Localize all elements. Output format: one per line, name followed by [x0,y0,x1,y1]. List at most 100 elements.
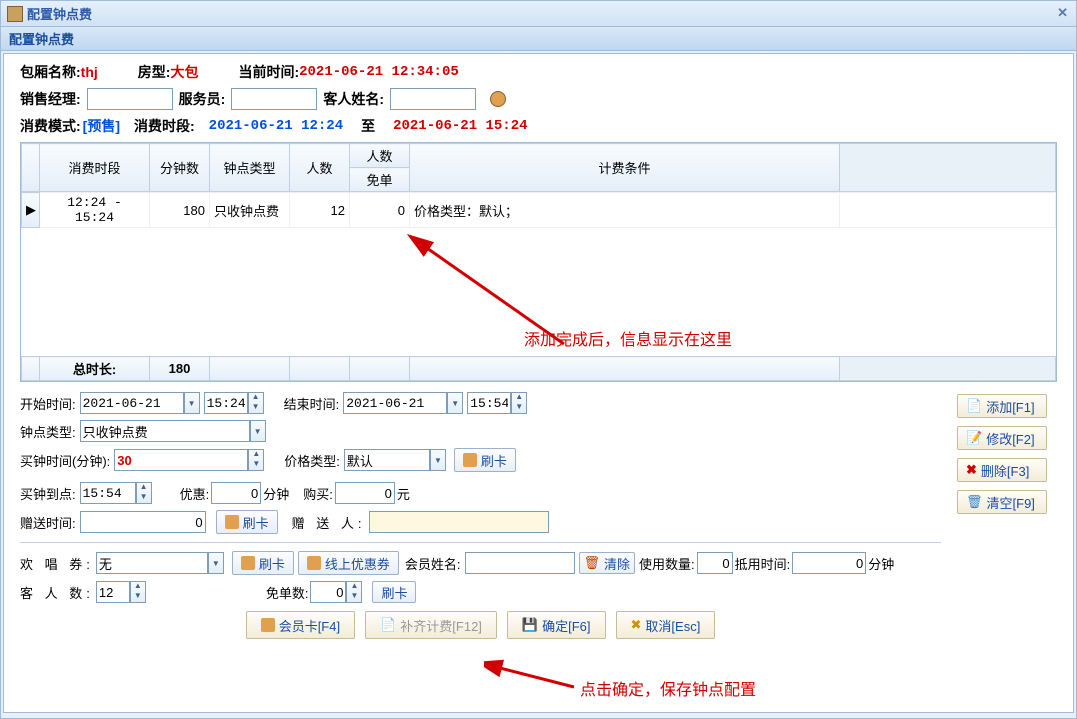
trash-icon: 🗑 [584,555,601,571]
swipe-card-button-4[interactable]: 刷卡 [372,581,416,603]
cell-cond: 价格类型：默认； [410,193,840,228]
price-type-label: 价格类型: [284,451,340,470]
spinner-icon[interactable]: ▲▼ [248,392,264,414]
free-count-input[interactable] [310,581,346,603]
th-pcount[interactable]: 人数 [290,144,350,192]
fill-fee-button[interactable]: 📄补齐计费[F12] [365,611,497,639]
spinner-icon[interactable]: ▲▼ [511,392,527,414]
offset-time-input[interactable] [792,552,866,574]
edit-icon: 📝 [966,430,982,446]
current-time-value: 2021-06-21 12:34:05 [299,64,459,80]
swipe-card-button-2[interactable]: 刷卡 [216,510,278,534]
person-icon[interactable] [490,91,506,107]
ok-button[interactable]: 💾确定[F6] [507,611,606,639]
room-type-value: 大包 [170,62,198,82]
start-date-input[interactable] [80,392,184,414]
guest-count-label: 客 人 数: [20,583,94,602]
spinner-icon[interactable]: ▲▼ [136,482,152,504]
link-icon [307,556,321,570]
start-time-label: 开始时间: [20,394,76,413]
spinner-icon[interactable]: ▲▼ [130,581,146,603]
end-time-input[interactable] [467,392,511,414]
edit-button[interactable]: 📝修改[F2] [957,426,1047,450]
th-time[interactable]: 消费时段 [40,144,150,192]
sales-mgr-input[interactable] [87,88,173,110]
swipe-card-button[interactable]: 刷卡 [454,448,516,472]
close-icon[interactable]: ✕ [1057,5,1068,21]
end-date-input[interactable] [343,392,447,414]
cancel-button[interactable]: ✖取消[Esc] [616,611,716,639]
delete-button[interactable]: ✖删除[F3] [957,458,1047,482]
clear-all-button[interactable]: 🗑清空[F9] [957,490,1047,514]
start-time-input[interactable] [204,392,248,414]
mode-value: [预售] [83,116,120,136]
amount-unit: 元 [397,484,410,503]
offset-unit: 分钟 [868,554,894,573]
gift-input[interactable] [80,511,206,533]
row-marker: ▶ [22,193,40,228]
cell-minutes: 180 [150,193,210,228]
sales-mgr-label: 销售经理: [20,89,81,109]
use-count-label: 使用数量: [639,554,695,573]
annotation-arrow-2 [484,659,584,699]
dropdown-icon[interactable]: ▼ [430,449,446,471]
mode-label: 消费模式: [20,116,81,136]
th-pstack[interactable]: 人数 [350,144,410,168]
until-time-input[interactable] [80,482,136,504]
amount-input[interactable] [335,482,395,504]
swipe-card-button-3[interactable]: 刷卡 [232,551,294,575]
th-cond[interactable]: 计费条件 [410,144,840,192]
member-name-input[interactable] [465,552,575,574]
hourly-fee-grid: 消费时段 分钟数 钟点类型 人数 人数 计费条件 免单 [20,142,1057,382]
card-icon [463,453,477,467]
spinner-icon[interactable]: ▲▼ [248,449,264,471]
card-icon [241,556,255,570]
add-button[interactable]: 📄添加[F1] [957,394,1047,418]
coupon-select[interactable] [96,552,208,574]
discount-input[interactable] [211,482,261,504]
period-to: 至 [361,116,375,136]
window-titlebar: 配置钟点费 ✕ [1,1,1076,27]
waiter-input[interactable] [231,88,317,110]
bought-min-input[interactable] [114,449,248,471]
dropdown-icon[interactable]: ▼ [447,392,463,414]
offset-time-label: 抵用时间: [735,554,791,573]
end-time-label: 结束时间: [284,394,340,413]
footer-total-label: 总时长: [40,357,150,381]
free-count-label: 免单数: [266,583,309,602]
current-time-label: 当前时间: [238,62,299,82]
app-icon [7,6,23,22]
th-pfree[interactable]: 免单 [350,168,410,192]
giver-input[interactable] [369,511,549,533]
th-minutes[interactable]: 分钟数 [150,144,210,192]
room-type-label: 房型: [138,62,171,82]
cancel-icon: ✖ [631,617,642,633]
use-count-input[interactable] [697,552,733,574]
cell-time: 12:24 - 15:24 [40,193,150,228]
coupon-label: 欢 唱 券: [20,554,94,573]
guest-count-input[interactable] [96,581,130,603]
spinner-icon[interactable]: ▲▼ [346,581,362,603]
bought-min-label: 买钟时间(分钟): [20,451,110,470]
dropdown-icon[interactable]: ▼ [208,552,224,574]
dropdown-icon[interactable]: ▼ [184,392,200,414]
member-name-label: 会员姓名: [405,554,461,573]
period-label: 消费时段: [134,116,195,136]
dropdown-icon[interactable]: ▼ [250,420,266,442]
guest-name-label: 客人姓名: [323,89,384,109]
window-title: 配置钟点费 [27,4,92,23]
delete-icon: ✖ [966,462,977,478]
discount-unit: 分钟 [263,484,289,503]
guest-name-input[interactable] [390,88,476,110]
clear-button[interactable]: 🗑清除 [579,552,636,574]
discount-label: 优惠: [180,484,210,503]
cell-pcount: 12 [290,193,350,228]
table-row[interactable]: ▶ 12:24 - 15:24 180 只收钟点费 12 0 价格类型：默认； [22,193,1056,228]
member-card-button[interactable]: 会员卡[F4] [246,611,355,639]
online-coupon-button[interactable]: 线上优惠券 [298,551,399,575]
th-type[interactable]: 钟点类型 [210,144,290,192]
box-name-label: 包厢名称: [20,62,81,82]
ctype-select[interactable] [80,420,250,442]
amount-label: 购买: [303,484,333,503]
price-type-select[interactable] [344,449,430,471]
